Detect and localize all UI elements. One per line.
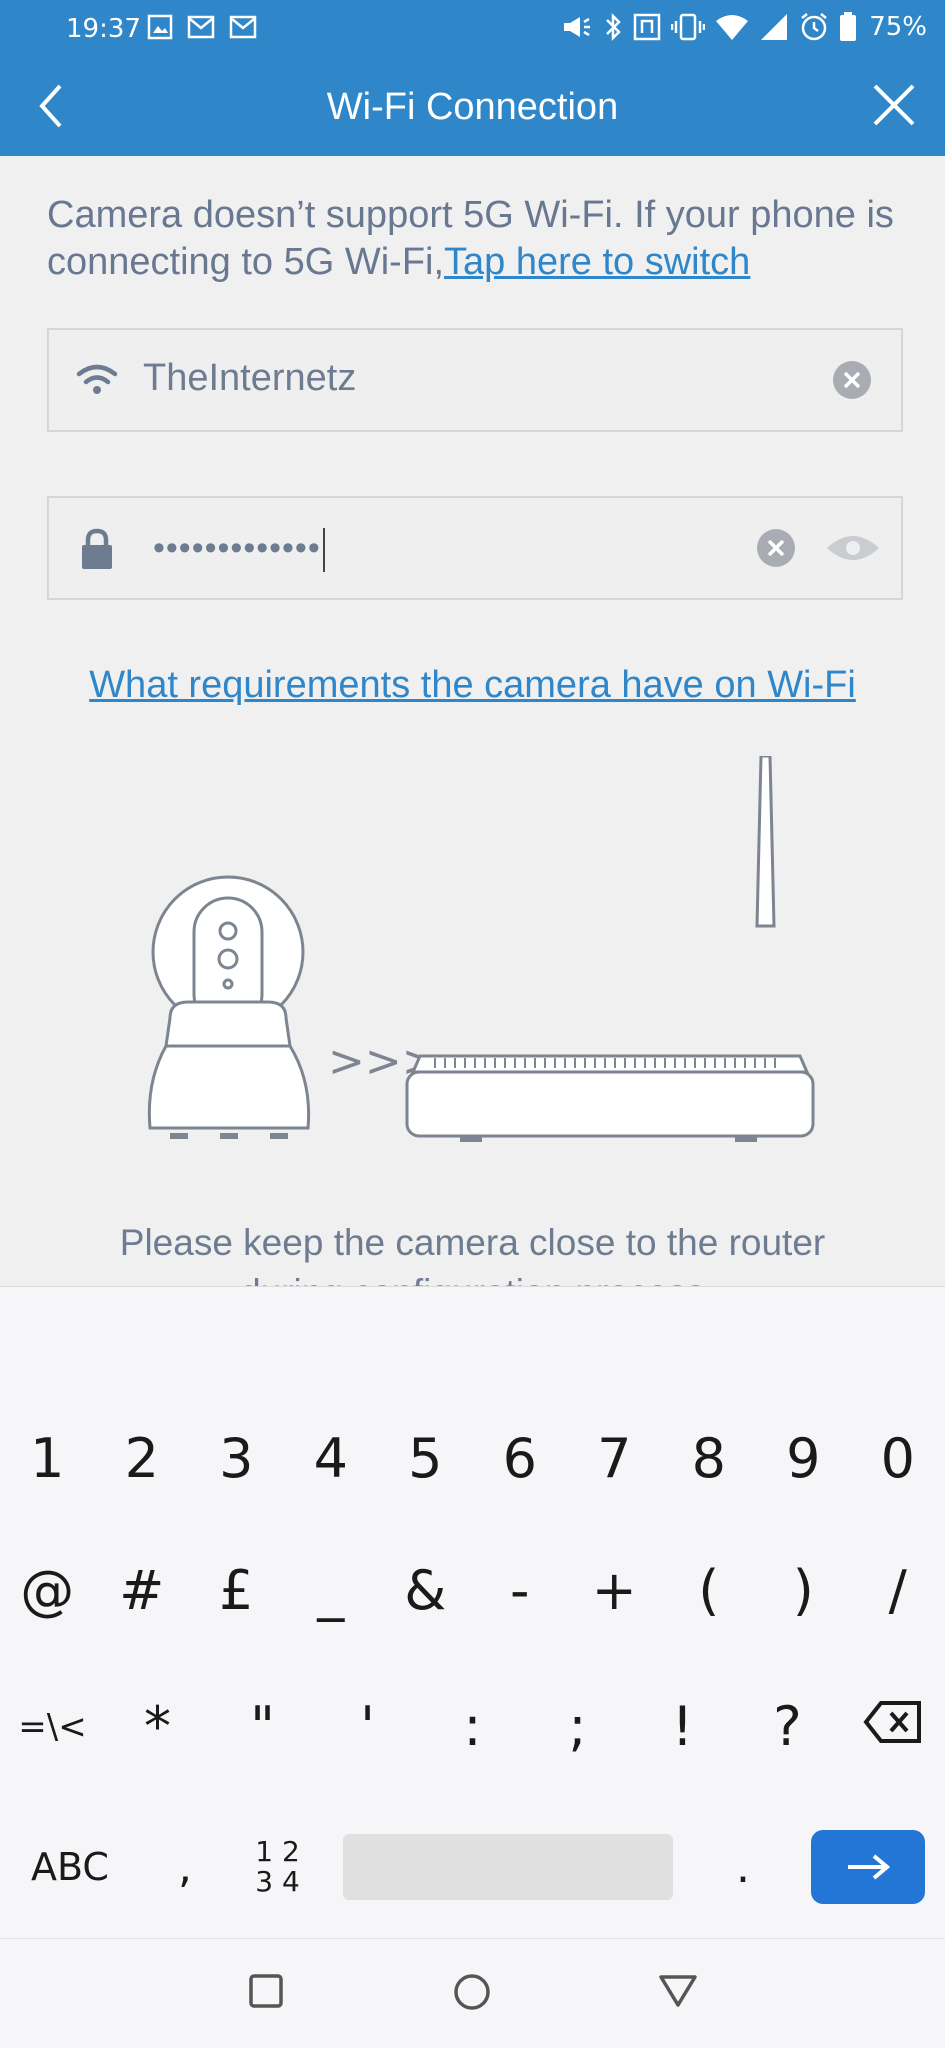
key-slash[interactable]: / [851,1559,945,1622]
system-icons: 75% [561,12,927,42]
key-numpad[interactable]: 1 2 3 4 [230,1837,325,1897]
battery-percent: 75% [869,12,927,42]
key-4[interactable]: 4 [284,1427,379,1490]
key-2[interactable]: 2 [95,1427,190,1490]
status-time: 19:37 [66,14,141,44]
text-cursor [322,528,325,572]
battery-icon [840,12,857,41]
key-exclamation[interactable]: ! [630,1695,735,1758]
gmail-icon [229,15,257,39]
key-period[interactable]: . [673,1842,813,1893]
gallery-icon [147,14,173,40]
gmail-icon [187,15,215,39]
backspace-icon [862,1701,921,1743]
key-semicolon[interactable]: ; [525,1695,630,1758]
arrow-right-icon [848,1854,891,1880]
keyboard-row-symbols-1: @ # £ _ & - + ( ) / [0,1559,945,1622]
key-asterisk[interactable]: * [105,1695,210,1758]
keyboard-row-numbers: 1 2 3 4 5 6 7 8 9 0 [0,1427,945,1490]
key-7[interactable]: 7 [567,1427,662,1490]
key-1[interactable]: 1 [0,1427,95,1490]
key-3[interactable]: 3 [189,1427,284,1490]
backspace-key[interactable] [840,1695,945,1758]
key-minus[interactable]: - [473,1559,568,1622]
keyboard-suggestion-bar [0,1287,945,1391]
key-5[interactable]: 5 [378,1427,473,1490]
key-underscore[interactable]: _ [284,1559,379,1622]
on-screen-keyboard: 1 2 3 4 5 6 7 8 9 0 @ # £ _ & - + ( ) / … [0,1286,945,1938]
key-comma[interactable]: , [140,1842,230,1893]
camera-router-illustration: >>> [130,754,830,1286]
key-close-paren[interactable]: ) [756,1559,851,1622]
key-pound[interactable]: £ [189,1559,284,1622]
password-value: ••••••••••••• [153,528,325,572]
key-6[interactable]: 6 [473,1427,568,1490]
numpad-top-label: 1 2 [255,1835,300,1868]
key-9[interactable]: 9 [756,1427,851,1490]
hint-line-2: during configuration process [0,1268,945,1286]
key-abc[interactable]: ABC [0,1845,140,1889]
wifi-icon [716,15,749,40]
key-single-quote[interactable]: ' [315,1695,420,1758]
key-plus[interactable]: + [567,1559,662,1622]
password-field[interactable]: ••••••••••••• [47,496,903,600]
status-bar: 19:37 75% [0,0,945,56]
notification-icons [147,14,257,40]
hint-line-1: Please keep the camera close to the rout… [119,1222,826,1263]
space-key[interactable] [343,1834,673,1900]
wifi-requirements-link[interactable]: What requirements the camera have on Wi-… [0,664,945,707]
recents-square-icon[interactable] [248,1973,284,2014]
wifi-icon [75,358,119,407]
system-navigation-bar [0,1938,945,2048]
main-content: Camera doesn’t support 5G Wi-Fi. If your… [0,156,945,1286]
alarm-icon [801,13,827,41]
bluetooth-icon [606,12,621,42]
router-icon [405,754,815,1142]
vibrate-icon [671,13,706,41]
key-0[interactable]: 0 [851,1427,945,1490]
password-masked-text: ••••••••••••• [153,528,321,567]
nfc-icon [633,13,661,41]
wifi-name-field[interactable]: TheInternetz [47,328,903,432]
signal-icon [761,14,788,40]
illustration-graphic: >>> [147,754,815,1142]
key-colon[interactable]: : [420,1695,525,1758]
key-8[interactable]: 8 [662,1427,757,1490]
wifi-name-value: TheInternetz [143,357,357,399]
key-ampersand[interactable]: & [378,1559,473,1622]
page-title: Wi-Fi Connection [326,86,619,128]
placement-hint: Please keep the camera close to the rout… [0,1218,945,1286]
keyboard-row-symbols-2: =\< * " ' : ; ! ? [0,1695,945,1758]
enter-key[interactable] [811,1830,925,1904]
back-triangle-icon[interactable] [658,1973,698,2014]
5g-notice: Camera doesn’t support 5G Wi-Fi. If your… [47,192,917,286]
key-hash[interactable]: # [95,1559,190,1622]
key-more-symbols[interactable]: =\< [0,1695,105,1758]
clear-wifi-name-icon[interactable] [833,361,871,399]
key-open-paren[interactable]: ( [662,1559,757,1622]
lock-icon [75,526,119,577]
show-password-eye-icon[interactable] [825,530,881,571]
app-header: Wi-Fi Connection [0,56,945,156]
megaphone-icon [564,17,591,37]
key-question[interactable]: ? [735,1695,840,1758]
clear-password-icon[interactable] [757,529,795,567]
numpad-bottom-label: 3 4 [255,1865,300,1898]
home-circle-icon[interactable] [453,1973,491,2016]
switch-wifi-link[interactable]: Tap here to switch [444,241,750,283]
key-at[interactable]: @ [0,1559,95,1622]
close-icon[interactable] [871,82,917,133]
camera-icon [147,875,311,1139]
key-double-quote[interactable]: " [210,1695,315,1758]
keyboard-row-bottom: ABC , 1 2 3 4 . [0,1827,945,1907]
